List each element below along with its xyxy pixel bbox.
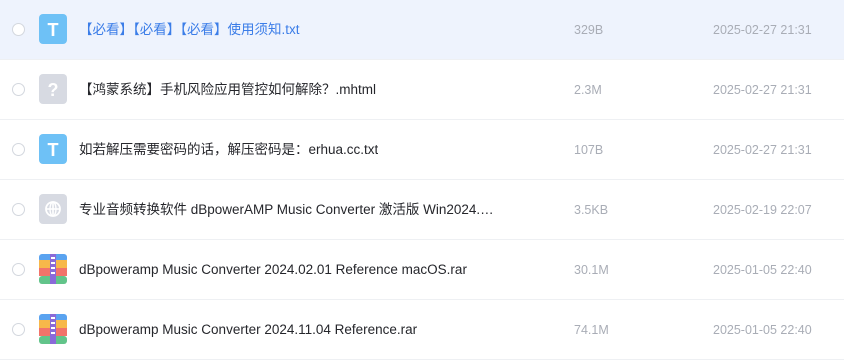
file-date: 2025-02-19 22:07 — [713, 203, 812, 217]
file-name[interactable]: 【必看】【必看】【必看】使用须知.txt — [79, 0, 300, 60]
file-size: 2.3M — [574, 83, 602, 97]
file-name[interactable]: dBpoweramp Music Converter 2024.11.04 Re… — [79, 300, 417, 360]
file-row[interactable]: dBpoweramp Music Converter 2024.11.04 Re… — [0, 300, 844, 360]
svg-text:?: ? — [48, 80, 59, 100]
file-row[interactable]: T 如若解压需要密码的话，解压密码是：erhua.cc.txt 107B 202… — [0, 120, 844, 180]
file-row[interactable]: T 【必看】【必看】【必看】使用须知.txt 329B 2025-02-27 2… — [0, 0, 844, 60]
file-date: 2025-01-05 22:40 — [713, 323, 812, 337]
select-checkbox[interactable] — [12, 143, 25, 156]
file-size: 329B — [574, 23, 604, 37]
file-row[interactable]: dBpoweramp Music Converter 2024.02.01 Re… — [0, 240, 844, 300]
select-checkbox[interactable] — [12, 23, 25, 36]
file-size: 3.5KB — [574, 203, 609, 217]
file-size: 107B — [574, 143, 604, 157]
web-file-icon — [39, 194, 67, 224]
file-row[interactable]: 专业音频转换软件 dBpowerAMP Music Converter 激活版 … — [0, 180, 844, 240]
archive-file-icon — [39, 254, 67, 284]
file-date: 2025-02-27 21:31 — [713, 23, 812, 37]
select-checkbox[interactable] — [12, 323, 25, 336]
txt-file-icon: T — [39, 14, 67, 44]
file-size: 74.1M — [574, 323, 609, 337]
txt-file-icon: T — [39, 134, 67, 164]
file-name[interactable]: 专业音频转换软件 dBpowerAMP Music Converter 激活版 … — [79, 180, 494, 240]
svg-text:T: T — [48, 20, 59, 40]
file-name[interactable]: 【鸿蒙系统】手机风险应用管控如何解除？.mhtml — [79, 60, 376, 120]
file-row[interactable]: ? 【鸿蒙系统】手机风险应用管控如何解除？.mhtml 2.3M 2025-02… — [0, 60, 844, 120]
file-name[interactable]: 如若解压需要密码的话，解压密码是：erhua.cc.txt — [79, 120, 378, 180]
archive-file-icon — [39, 314, 67, 344]
file-size: 30.1M — [574, 263, 609, 277]
select-checkbox[interactable] — [12, 203, 25, 216]
select-checkbox[interactable] — [12, 83, 25, 96]
file-date: 2025-02-27 21:31 — [713, 83, 812, 97]
select-checkbox[interactable] — [12, 263, 25, 276]
file-date: 2025-02-27 21:31 — [713, 143, 812, 157]
file-date: 2025-01-05 22:40 — [713, 263, 812, 277]
file-name[interactable]: dBpoweramp Music Converter 2024.02.01 Re… — [79, 240, 467, 300]
unknown-file-icon: ? — [39, 74, 67, 104]
svg-text:T: T — [48, 140, 59, 160]
file-list: T 【必看】【必看】【必看】使用须知.txt 329B 2025-02-27 2… — [0, 0, 844, 360]
